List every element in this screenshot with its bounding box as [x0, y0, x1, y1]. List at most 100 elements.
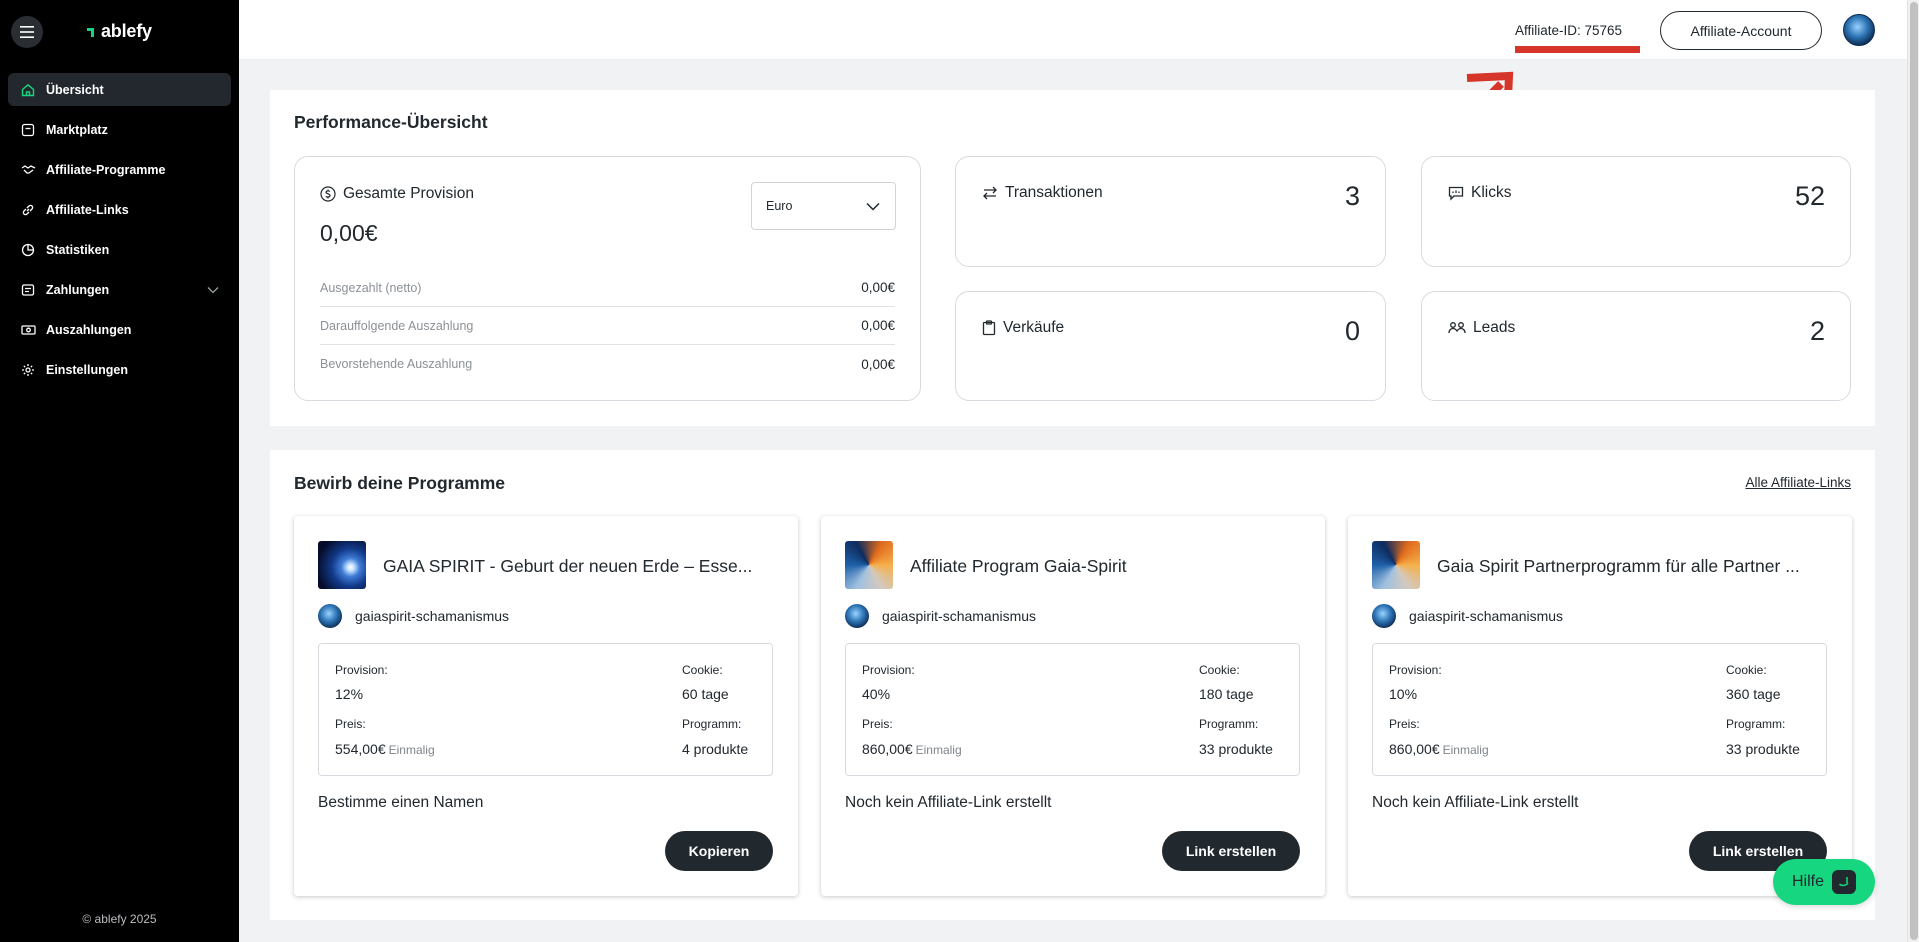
affiliate-link-name: Bestimme einen Namen [318, 794, 484, 811]
program-title[interactable]: Gaia Spirit Partnerprogramm für alle Par… [1437, 556, 1827, 577]
cash-icon [20, 322, 36, 338]
price-amount: 554,00€ [335, 741, 386, 757]
currency-select[interactable]: Euro [751, 182, 896, 230]
sidebar-item-label: Einstellungen [46, 362, 128, 377]
provision-row-value: 0,00€ [861, 318, 895, 333]
help-button[interactable]: Hilfe [1773, 859, 1875, 905]
cookie-label: Cookie: [1726, 663, 1767, 677]
provision-title-label: Gesamte Provision [343, 185, 474, 202]
clipboard-icon [982, 320, 996, 336]
affiliate-id: Affiliate-ID: 75765 [1515, 23, 1623, 38]
copy-button[interactable]: Kopieren [665, 831, 773, 871]
program-value: 4 produkte [682, 741, 749, 757]
provision-row-darauffolgend: Darauffolgende Auszahlung 0,00€ [320, 307, 895, 345]
highlight-underline [1515, 46, 1640, 53]
program-info-box: Provision: 40% Cookie: 180 tage Preis: 8… [845, 643, 1300, 776]
program-thumbnail[interactable] [318, 541, 366, 589]
provision-label: Provision: [335, 663, 388, 677]
chart-pie-icon [20, 242, 36, 258]
sidebar-item-affiliate-links[interactable]: Affiliate-Links [8, 193, 231, 226]
sidebar-item-marktplatz[interactable]: Marktplatz [8, 113, 231, 146]
sidebar-item-affiliate-programme[interactable]: Affiliate-Programme [8, 153, 231, 186]
ablefy-logo-icon [87, 27, 94, 37]
stat-label: Klicks [1471, 184, 1512, 201]
dollar-circle-icon [320, 186, 336, 202]
program-thumbnail[interactable] [1372, 541, 1420, 589]
affiliate-account-button[interactable]: Affiliate-Account [1660, 11, 1822, 50]
seller: gaiaspirit-schamanismus [318, 604, 509, 628]
avatar [318, 604, 342, 628]
stat-card-leads: Leads 2 [1421, 291, 1851, 401]
stat-label: Leads [1473, 319, 1516, 336]
sidebar-item-uebersicht[interactable]: Übersicht [8, 73, 231, 106]
provision-row-value: 0,00€ [861, 356, 895, 372]
price-value: 860,00€ Einmalig [862, 741, 962, 757]
chat-icon [1832, 870, 1856, 894]
program-thumbnail[interactable] [845, 541, 893, 589]
sidebar-item-label: Affiliate-Links [46, 202, 129, 217]
provision-label: Provision: [862, 663, 915, 677]
chevron-down-icon [866, 200, 880, 214]
sidebar-item-label: Statistiken [46, 242, 110, 257]
program-value: 33 produkte [1199, 741, 1273, 757]
sidebar-item-einstellungen[interactable]: Einstellungen [8, 353, 231, 386]
performance-panel: Performance-Übersicht Gesamte Provision … [270, 90, 1875, 426]
brand-logo[interactable]: ablefy [86, 21, 152, 42]
price-value: 554,00€ Einmalig [335, 741, 435, 757]
price-type: Einmalig [1442, 743, 1489, 757]
topbar [239, 0, 1907, 60]
stat-title: Verkäufe [982, 319, 1064, 337]
affiliate-link-name: Noch kein Affiliate-Link erstellt [1372, 794, 1579, 811]
avatar [1372, 604, 1396, 628]
provision-row-value: 0,00€ [861, 280, 895, 295]
provision-row-ausgezahlt: Ausgezahlt (netto) 0,00€ [320, 269, 895, 307]
stat-card-verkaeufe: Verkäufe 0 [955, 291, 1386, 401]
program-label: Programm: [1199, 717, 1259, 731]
stat-card-klicks: Klicks 52 [1421, 156, 1851, 267]
scrollbar-thumb[interactable] [1910, 2, 1918, 940]
program-card: Gaia Spirit Partnerprogramm für alle Par… [1348, 516, 1852, 896]
provision-title: Gesamte Provision [320, 185, 474, 203]
price-type: Einmalig [388, 743, 435, 757]
sidebar-item-auszahlungen[interactable]: Auszahlungen [8, 313, 231, 346]
program-title[interactable]: Affiliate Program Gaia-Spirit [910, 556, 1300, 577]
price-label: Preis: [862, 717, 893, 731]
link-icon [20, 202, 36, 218]
all-affiliate-links-link[interactable]: Alle Affiliate-Links [1745, 475, 1851, 490]
program-title[interactable]: GAIA SPIRIT - Geburt der neuen Erde – Es… [383, 556, 773, 577]
scrollbar[interactable] [1907, 0, 1919, 942]
currency-select-value: Euro [766, 199, 793, 213]
provision-row-label: Darauffolgende Auszahlung [320, 318, 474, 333]
marketplace-icon [20, 122, 36, 138]
sidebar-item-label: Übersicht [46, 82, 104, 97]
section-title-performance: Performance-Übersicht [294, 112, 488, 132]
stat-title: Klicks [1448, 184, 1511, 202]
chevron-down-icon[interactable] [207, 283, 219, 297]
menu-toggle-button[interactable] [11, 16, 43, 48]
stat-value: 3 [1344, 181, 1360, 211]
affiliate-link-name: Noch kein Affiliate-Link erstellt [845, 794, 1052, 811]
sidebar-nav: Übersicht Marktplatz Affiliate-Programme… [8, 73, 231, 393]
sidebar-item-label: Marktplatz [46, 122, 108, 137]
cookie-label: Cookie: [682, 663, 723, 677]
sidebar: ablefy Übersicht Marktplatz Affiliate-Pr… [0, 0, 239, 942]
stat-value: 2 [1809, 316, 1825, 346]
avatar [845, 604, 869, 628]
sidebar-item-zahlungen[interactable]: Zahlungen [8, 273, 231, 306]
create-link-button[interactable]: Link erstellen [1162, 831, 1300, 871]
sidebar-item-label: Zahlungen [46, 282, 110, 297]
payments-icon [20, 282, 36, 298]
provision-row-label: Bevorstehende Auszahlung [320, 357, 473, 371]
programs-panel: Bewirb deine Programme Alle Affiliate-Li… [270, 450, 1875, 920]
cookie-value: 180 tage [1199, 686, 1254, 702]
program-card: Affiliate Program Gaia-Spirit gaiaspirit… [821, 516, 1325, 896]
sidebar-item-label: Auszahlungen [46, 322, 132, 337]
brand-name: ablefy [101, 21, 152, 41]
avatar[interactable] [1843, 14, 1875, 46]
seller: gaiaspirit-schamanismus [845, 604, 1036, 628]
program-label: Programm: [682, 717, 742, 731]
home-icon [20, 82, 36, 98]
price-amount: 860,00€ [1389, 741, 1440, 757]
sidebar-item-statistiken[interactable]: Statistiken [8, 233, 231, 266]
hamburger-icon [20, 26, 34, 38]
